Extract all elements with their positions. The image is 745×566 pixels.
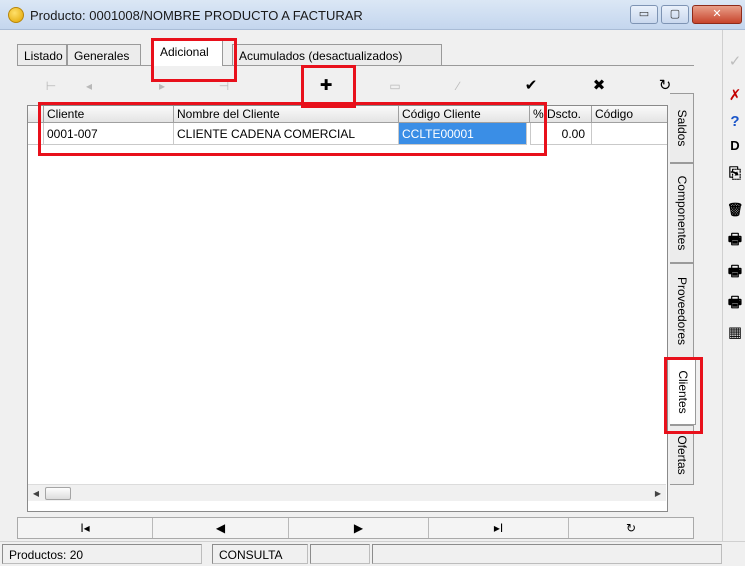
scroll-right-icon[interactable]: ▶ xyxy=(650,485,666,502)
side-tab-label: Componentes xyxy=(674,175,689,251)
table-row[interactable]: 0001-007 CLIENTE CADENA COMERCIAL CCLTE0… xyxy=(28,123,667,145)
tab-generales[interactable]: Generales xyxy=(67,44,141,66)
close-button[interactable]: ✕ xyxy=(692,5,742,24)
col-cliente[interactable]: Cliente xyxy=(44,106,174,123)
nav-first-button[interactable]: I◂ xyxy=(18,518,153,538)
col-codigo[interactable]: Código xyxy=(592,106,667,123)
side-tab-proveedores[interactable]: Proveedores xyxy=(670,263,694,359)
print-preview-icon[interactable]: 🖶 xyxy=(726,262,744,282)
status-productos: Productos: 20 xyxy=(2,544,202,564)
status-empty-2 xyxy=(372,544,722,564)
nav-prev-button[interactable]: ◀ xyxy=(153,518,289,538)
grid-header: Cliente Nombre del Cliente Código Client… xyxy=(28,106,667,123)
cell-codigo-cliente[interactable]: CCLTE00001 xyxy=(399,123,527,145)
nav-last-button[interactable]: ▸I xyxy=(429,518,569,538)
pencil-icon[interactable]: ∕ xyxy=(447,75,469,97)
prev-record-icon[interactable]: ◂ xyxy=(78,75,100,97)
side-tab-ofertas[interactable]: Ofertas xyxy=(670,425,694,485)
side-tab-clientes[interactable]: Clientes xyxy=(670,359,696,425)
clientes-grid: Cliente Nombre del Cliente Código Client… xyxy=(27,105,668,512)
scroll-thumb[interactable] xyxy=(45,487,71,500)
status-empty-1 xyxy=(310,544,370,564)
cell-cliente[interactable]: 0001-007 xyxy=(44,123,174,145)
edit-record-icon[interactable]: ▭ xyxy=(384,75,406,97)
first-record-icon[interactable]: ⊢ xyxy=(40,75,62,97)
status-mode: CONSULTA xyxy=(212,544,308,564)
side-tab-label: Saldos xyxy=(674,109,689,147)
col-dscto[interactable]: % Dscto. xyxy=(530,106,592,123)
scroll-left-icon[interactable]: ◀ xyxy=(28,485,44,502)
tab-acumulados[interactable]: Acumulados (desactualizados) xyxy=(232,44,442,66)
new-document-icon[interactable]: D xyxy=(726,136,744,156)
side-tab-componentes[interactable]: Componentes xyxy=(670,163,694,263)
print-icon[interactable]: 🖶 xyxy=(726,230,744,250)
minimize-button[interactable]: ▭ xyxy=(630,5,658,24)
side-tab-label: Ofertas xyxy=(674,435,689,475)
cell-codigo[interactable] xyxy=(592,123,667,145)
side-tab-label: Clientes xyxy=(675,370,690,414)
calculator-icon[interactable]: ▦ xyxy=(726,323,744,343)
maximize-button[interactable]: ▢ xyxy=(661,5,689,24)
next-record-icon[interactable]: ▸ xyxy=(151,75,173,97)
ok-icon[interactable]: ✓ xyxy=(726,52,744,72)
cancel-button[interactable]: ✖ xyxy=(588,75,610,97)
print-setup-icon[interactable]: 🖶 xyxy=(726,293,744,313)
tab-adicional[interactable]: Adicional xyxy=(153,39,223,66)
nav-refresh-button[interactable]: ↻ xyxy=(569,518,693,538)
tab-divider xyxy=(17,65,694,66)
nav-next-button[interactable]: ▶ xyxy=(289,518,429,538)
row-indicator-header xyxy=(28,106,44,123)
cell-nombre-cliente[interactable]: CLIENTE CADENA COMERCIAL xyxy=(174,123,399,145)
window-title: Producto: 0001008/NOMBRE PRODUCTO A FACT… xyxy=(30,8,363,23)
col-nombre-cliente[interactable]: Nombre del Cliente xyxy=(174,106,399,123)
cell-dscto[interactable]: 0.00 xyxy=(530,123,592,145)
last-record-icon[interactable]: ⊣ xyxy=(213,75,235,97)
side-tab-saldos[interactable]: Saldos xyxy=(670,93,694,163)
col-codigo-cliente[interactable]: Código Cliente xyxy=(399,106,530,123)
delete-icon[interactable]: ✗ xyxy=(726,86,744,106)
right-toolbar: ✓ ✗ ? D ⎘ 🗑 🖶 🖶 🖶 ▦ xyxy=(722,30,745,541)
status-bar: Productos: 20 CONSULTA xyxy=(0,541,745,566)
help-icon[interactable]: ? xyxy=(726,112,744,132)
horizontal-scrollbar[interactable]: ◀ ▶ xyxy=(28,484,666,501)
app-icon xyxy=(8,7,24,23)
save-button[interactable]: ✔ xyxy=(520,75,542,97)
trash-icon[interactable]: 🗑 xyxy=(726,200,744,220)
tab-listado[interactable]: Listado xyxy=(17,44,67,66)
record-navigator: I◂ ◀ ▶ ▸I ↻ xyxy=(17,517,694,539)
window-titlebar: Producto: 0001008/NOMBRE PRODUCTO A FACT… xyxy=(0,0,745,30)
side-tab-label: Proveedores xyxy=(674,276,689,346)
add-record-button[interactable]: ✚ xyxy=(315,75,337,97)
row-indicator xyxy=(28,123,44,145)
copy-icon[interactable]: ⎘ xyxy=(726,164,744,184)
